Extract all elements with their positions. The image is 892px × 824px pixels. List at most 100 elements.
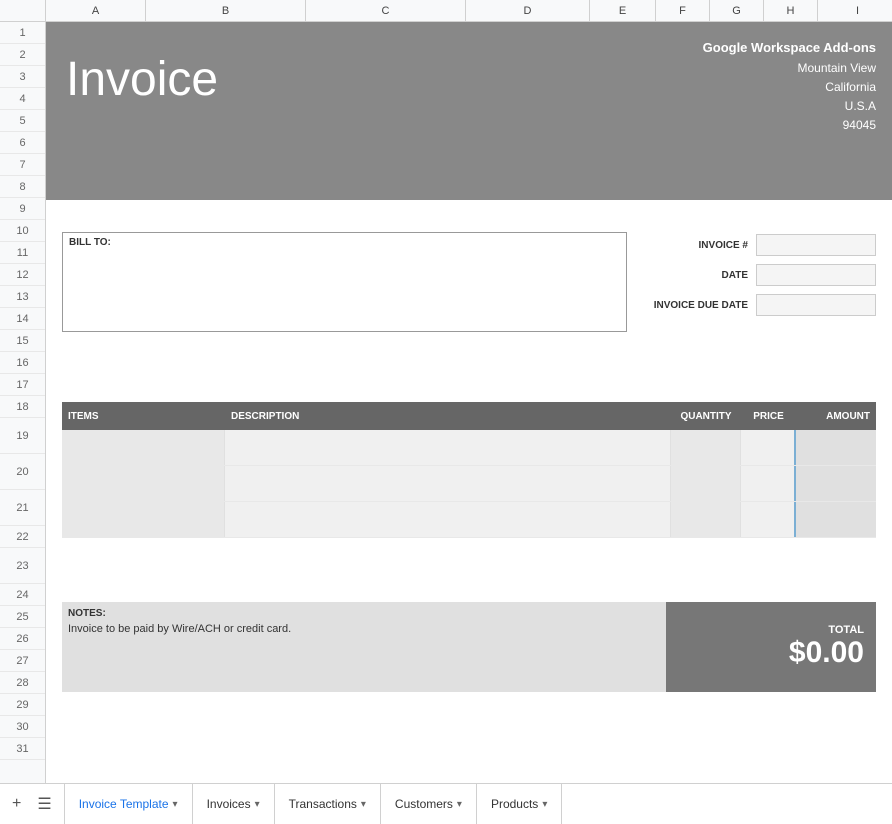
bottom-section: NOTES: Invoice to be paid by Wire/ACH or… <box>62 602 876 692</box>
td-price-2[interactable] <box>741 466 796 501</box>
col-header-d[interactable]: D <box>466 0 590 21</box>
td-amount-1[interactable] <box>796 430 876 465</box>
td-desc-1[interactable] <box>225 430 671 465</box>
td-price-3[interactable] <box>741 502 796 537</box>
corner-header <box>0 0 46 21</box>
date-label: DATE <box>722 270 748 281</box>
row-num-13: 13 <box>0 286 45 308</box>
notes-text: Invoice to be paid by Wire/ACH or credit… <box>68 623 660 635</box>
date-field[interactable] <box>756 264 876 286</box>
company-zip: 94045 <box>703 116 876 135</box>
tab-customers[interactable]: Customers ▾ <box>381 784 477 824</box>
row-num-17: 17 <box>0 374 45 396</box>
row-num-8: 8 <box>0 176 45 198</box>
sheet-list-button[interactable]: ☰ <box>33 790 55 818</box>
tab-products[interactable]: Products ▾ <box>477 784 562 824</box>
tab-invoice-template[interactable]: Invoice Template ▾ <box>65 784 193 824</box>
row-num-6: 6 <box>0 132 45 154</box>
company-country: U.S.A <box>703 97 876 116</box>
row-num-28: 28 <box>0 672 45 694</box>
td-amount-3[interactable] <box>796 502 876 537</box>
invoice-wrapper: Invoice Google Workspace Add-ons Mountai… <box>46 22 892 783</box>
company-state: California <box>703 78 876 97</box>
row-num-4: 4 <box>0 88 45 110</box>
th-quantity: QUANTITY <box>671 411 741 422</box>
tab-bar: + ☰ Invoice Template ▾ Invoices ▾ Transa… <box>0 783 892 824</box>
tab-products-arrow: ▾ <box>542 799 547 810</box>
tab-customers-arrow: ▾ <box>457 799 462 810</box>
col-header-e[interactable]: E <box>590 0 656 21</box>
due-date-label: INVOICE DUE DATE <box>654 300 748 311</box>
row-num-2: 2 <box>0 44 45 66</box>
bill-to-label: BILL TO: <box>63 233 626 252</box>
table-row[interactable] <box>62 502 876 538</box>
row-num-23: 23 <box>0 548 45 584</box>
invoice-number-field[interactable] <box>756 234 876 256</box>
td-items-2[interactable] <box>62 466 225 501</box>
td-qty-1[interactable] <box>671 430 741 465</box>
td-qty-3[interactable] <box>671 502 741 537</box>
th-items: ITEMS <box>62 411 225 422</box>
td-desc-2[interactable] <box>225 466 671 501</box>
tab-invoices-label: Invoices <box>207 797 251 811</box>
row-num-10: 10 <box>0 220 45 242</box>
th-amount: AMOUNT <box>796 411 876 422</box>
invoice-number-label: INVOICE # <box>699 240 748 251</box>
td-price-1[interactable] <box>741 430 796 465</box>
date-row: DATE <box>654 262 876 288</box>
tab-invoice-template-label: Invoice Template <box>79 797 169 811</box>
td-qty-2[interactable] <box>671 466 741 501</box>
invoice-number-row: INVOICE # <box>654 232 876 258</box>
row-num-30: 30 <box>0 716 45 738</box>
td-amount-2[interactable] <box>796 466 876 501</box>
row-num-16: 16 <box>0 352 45 374</box>
row-num-15: 15 <box>0 330 45 352</box>
invoice-header: Invoice Google Workspace Add-ons Mountai… <box>46 22 892 200</box>
row-num-27: 27 <box>0 650 45 672</box>
col-header-f[interactable]: F <box>656 0 710 21</box>
col-header-i[interactable]: I <box>818 0 892 21</box>
tab-invoices[interactable]: Invoices ▾ <box>193 784 275 824</box>
col-header-c[interactable]: C <box>306 0 466 21</box>
tab-invoice-template-arrow: ▾ <box>173 799 178 810</box>
col-header-g[interactable]: G <box>710 0 764 21</box>
row-num-1: 1 <box>0 22 45 44</box>
notes-area[interactable]: NOTES: Invoice to be paid by Wire/ACH or… <box>62 602 666 692</box>
row-num-29: 29 <box>0 694 45 716</box>
due-date-row: INVOICE DUE DATE <box>654 292 876 318</box>
td-items-3[interactable] <box>62 502 225 537</box>
col-header-b[interactable]: B <box>146 0 306 21</box>
row-numbers: 1 2 3 4 5 6 7 8 9 10 11 12 13 14 15 16 1… <box>0 22 46 783</box>
tab-transactions[interactable]: Transactions ▾ <box>275 784 381 824</box>
company-info: Google Workspace Add-ons Mountain View C… <box>703 22 892 136</box>
table-row[interactable] <box>62 430 876 466</box>
td-desc-3[interactable] <box>225 502 671 537</box>
th-description: DESCRIPTION <box>225 411 671 422</box>
row-num-19: 19 <box>0 418 45 454</box>
col-header-h[interactable]: H <box>764 0 818 21</box>
row-num-21: 21 <box>0 490 45 526</box>
tab-customers-label: Customers <box>395 797 453 811</box>
total-label: TOTAL <box>828 624 864 636</box>
tab-transactions-arrow: ▾ <box>361 799 366 810</box>
row-num-5: 5 <box>0 110 45 132</box>
due-date-field[interactable] <box>756 294 876 316</box>
content-area: Invoice Google Workspace Add-ons Mountai… <box>46 22 892 783</box>
table-row[interactable] <box>62 466 876 502</box>
row-num-11: 11 <box>0 242 45 264</box>
td-items-1[interactable] <box>62 430 225 465</box>
tab-invoices-arrow: ▾ <box>255 799 260 810</box>
bill-section: BILL TO: INVOICE # DATE INVOICE DUE DATE <box>62 232 876 332</box>
bill-to-box[interactable]: BILL TO: <box>62 232 627 332</box>
notes-label: NOTES: <box>68 608 660 619</box>
tab-left-icons: + ☰ <box>0 784 65 824</box>
table-header: ITEMS DESCRIPTION QUANTITY PRICE AMOUNT <box>62 402 876 430</box>
row-num-12: 12 <box>0 264 45 286</box>
row-num-18: 18 <box>0 396 45 418</box>
col-header-a[interactable]: A <box>46 0 146 21</box>
add-sheet-button[interactable]: + <box>8 791 25 817</box>
tab-products-label: Products <box>491 797 538 811</box>
total-value: $0.00 <box>789 636 864 670</box>
items-table: ITEMS DESCRIPTION QUANTITY PRICE AMOUNT <box>62 402 876 538</box>
th-price: PRICE <box>741 411 796 422</box>
